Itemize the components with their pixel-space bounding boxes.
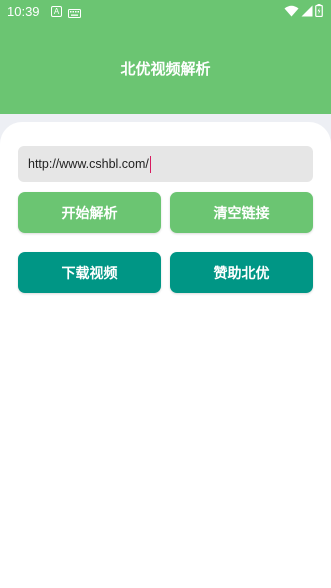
download-video-button[interactable]: 下载视频 [18, 252, 161, 293]
clear-link-button[interactable]: 清空链接 [170, 192, 313, 233]
url-input[interactable]: http://www.cshbl.com/ [18, 146, 313, 182]
status-icons [284, 4, 323, 20]
wifi-icon [284, 5, 299, 20]
sponsor-button[interactable]: 赞助北优 [170, 252, 313, 293]
text-caret [149, 155, 152, 173]
battery-icon [315, 4, 323, 20]
app-header: 10:39 A 北优视频解析 [0, 0, 331, 114]
signal-icon [301, 5, 313, 20]
status-bar: 10:39 A [0, 0, 331, 24]
url-input-value: http://www.cshbl.com/ [28, 157, 149, 171]
status-time: 10:39 [7, 4, 40, 19]
page-title: 北优视频解析 [120, 60, 211, 78]
keyboard-icon [68, 7, 81, 21]
app-screen: 10:39 A 北优视频解析 http://www.cshbl.com/ 开始解… [0, 0, 331, 588]
start-parse-button[interactable]: 开始解析 [18, 192, 161, 233]
notification-a-icon: A [51, 6, 62, 17]
